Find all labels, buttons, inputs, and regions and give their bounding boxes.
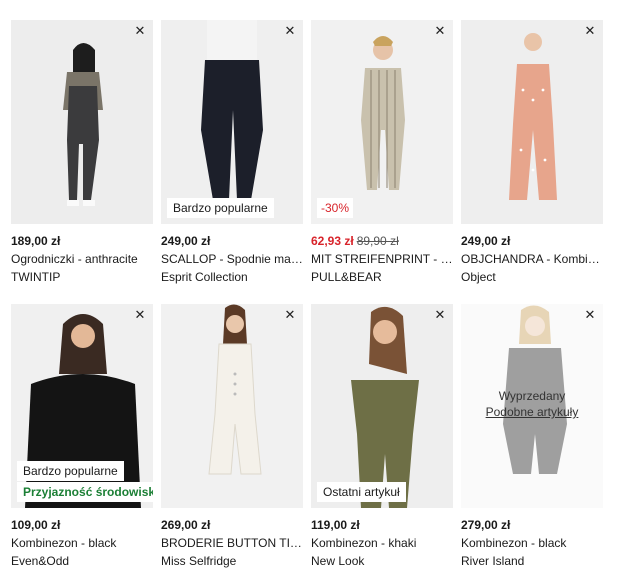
eco-friendly-badge: Przyjazność środowisku	[17, 482, 153, 502]
product-image[interactable]: ✕ Bardzo popularne	[161, 20, 303, 224]
product-price: 119,00 zł	[311, 518, 360, 532]
product-brand: TWINTIP	[11, 270, 61, 284]
product-name[interactable]: SCALLOP - Spodnie materiałowe	[161, 250, 303, 268]
product-image[interactable]: ✕ Bardzo popularne Przyjazność środowisk…	[11, 304, 153, 508]
remove-wishlist-icon[interactable]: ✕	[433, 24, 447, 38]
remove-wishlist-icon[interactable]: ✕	[583, 308, 597, 322]
product-grid: ✕ 189,00 zł Ogrodniczki - anthracite TWI…	[11, 20, 611, 568]
product-card[interactable]: Wyprzedany Podobne artykuły ✕ 279,00 zł …	[461, 304, 603, 568]
product-info: 269,00 zł BRODERIE BUTTON TIE - Kombinez…	[161, 508, 303, 570]
product-info: 189,00 zł Ogrodniczki - anthracite TWINT…	[11, 224, 153, 286]
product-card[interactable]: ✕ -30% 62,93 zł 89,90 zł MIT STREIFENPRIN…	[311, 20, 453, 284]
product-image[interactable]: ✕ Ostatni artykuł	[311, 304, 453, 508]
product-price: 189,00 zł	[11, 234, 61, 248]
model-figure	[161, 304, 303, 508]
remove-wishlist-icon[interactable]: ✕	[283, 308, 297, 322]
product-card[interactable]: ✕ Ostatni artykuł 119,00 zł Kombinezon -…	[311, 304, 453, 568]
model-figure	[11, 20, 153, 224]
original-price: 89,90 zł	[356, 234, 399, 248]
product-price: 109,00 zł	[11, 518, 61, 532]
product-info: 279,00 zł Kombinezon - black River Islan…	[461, 508, 603, 570]
product-brand: Esprit Collection	[161, 270, 248, 284]
remove-wishlist-icon[interactable]: ✕	[583, 24, 597, 38]
similar-items-link[interactable]: Podobne artykuły	[461, 405, 603, 419]
sold-out-overlay: Wyprzedany Podobne artykuły	[461, 304, 603, 508]
remove-wishlist-icon[interactable]: ✕	[133, 24, 147, 38]
product-brand: Even&Odd	[11, 554, 70, 568]
remove-wishlist-icon[interactable]: ✕	[283, 24, 297, 38]
remove-wishlist-icon[interactable]: ✕	[133, 308, 147, 322]
popular-badge: Bardzo popularne	[167, 198, 274, 218]
product-card[interactable]: ✕ Bardzo popularne 249,00 zł SCALLOP - S…	[161, 20, 303, 284]
product-brand: River Island	[461, 554, 525, 568]
model-figure	[311, 304, 453, 508]
product-price: 249,00 zł	[161, 234, 211, 248]
sale-price: 62,93 zł	[311, 234, 354, 248]
product-price: 279,00 zł	[461, 518, 511, 532]
product-brand: New Look	[311, 554, 365, 568]
product-name[interactable]: Kombinezon - black	[461, 534, 603, 552]
model-figure	[161, 20, 303, 224]
product-brand: Miss Selfridge	[161, 554, 237, 568]
product-price: 269,00 zł	[161, 518, 211, 532]
product-info: 249,00 zł OBJCHANDRA - Kombinezon Object	[461, 224, 603, 286]
product-price: 62,93 zł 89,90 zł	[311, 232, 453, 250]
product-name[interactable]: OBJCHANDRA - Kombinezon	[461, 250, 603, 268]
product-card[interactable]: ✕ 189,00 zł Ogrodniczki - anthracite TWI…	[11, 20, 153, 284]
product-card[interactable]: ✕ 269,00 zł BRODERIE BUTTON TIE - Kombin…	[161, 304, 303, 568]
product-image[interactable]: ✕	[11, 20, 153, 224]
sold-out-label: Wyprzedany	[498, 389, 566, 403]
last-item-badge: Ostatni artykuł	[317, 482, 406, 502]
product-info: 62,93 zł89,90 zł MIT STREIFENPRINT - Kom…	[311, 224, 453, 286]
product-price: 249,00 zł	[461, 234, 511, 248]
remove-wishlist-icon[interactable]: ✕	[433, 308, 447, 322]
model-figure	[311, 20, 453, 224]
product-info: 119,00 zł Kombinezon - khaki New Look	[311, 508, 453, 570]
product-info: 249,00 zł SCALLOP - Spodnie materiałowe …	[161, 224, 303, 286]
product-card[interactable]: ✕ Bardzo popularne Przyjazność środowisk…	[11, 304, 153, 568]
discount-badge: -30%	[317, 198, 354, 218]
product-name[interactable]: Ogrodniczki - anthracite	[11, 250, 153, 268]
product-name[interactable]: BRODERIE BUTTON TIE - Kombinezon	[161, 534, 303, 552]
model-figure	[461, 20, 603, 224]
product-info: 109,00 zł Kombinezon - black Even&Odd	[11, 508, 153, 570]
product-image[interactable]: ✕ -30%	[311, 20, 453, 224]
product-image[interactable]: Wyprzedany Podobne artykuły ✕	[461, 304, 603, 508]
product-image[interactable]: ✕	[161, 304, 303, 508]
product-image[interactable]: ✕	[461, 20, 603, 224]
product-name[interactable]: Kombinezon - black	[11, 534, 153, 552]
product-card[interactable]: ✕ 249,00 zł OBJCHANDRA - Kombinezon Obje…	[461, 20, 603, 284]
product-name[interactable]: MIT STREIFENPRINT - Kombinezon	[311, 250, 453, 268]
popular-badge: Bardzo popularne	[17, 461, 124, 481]
product-brand: PULL&BEAR	[311, 270, 382, 284]
product-name[interactable]: Kombinezon - khaki	[311, 534, 453, 552]
product-brand: Object	[461, 270, 496, 284]
